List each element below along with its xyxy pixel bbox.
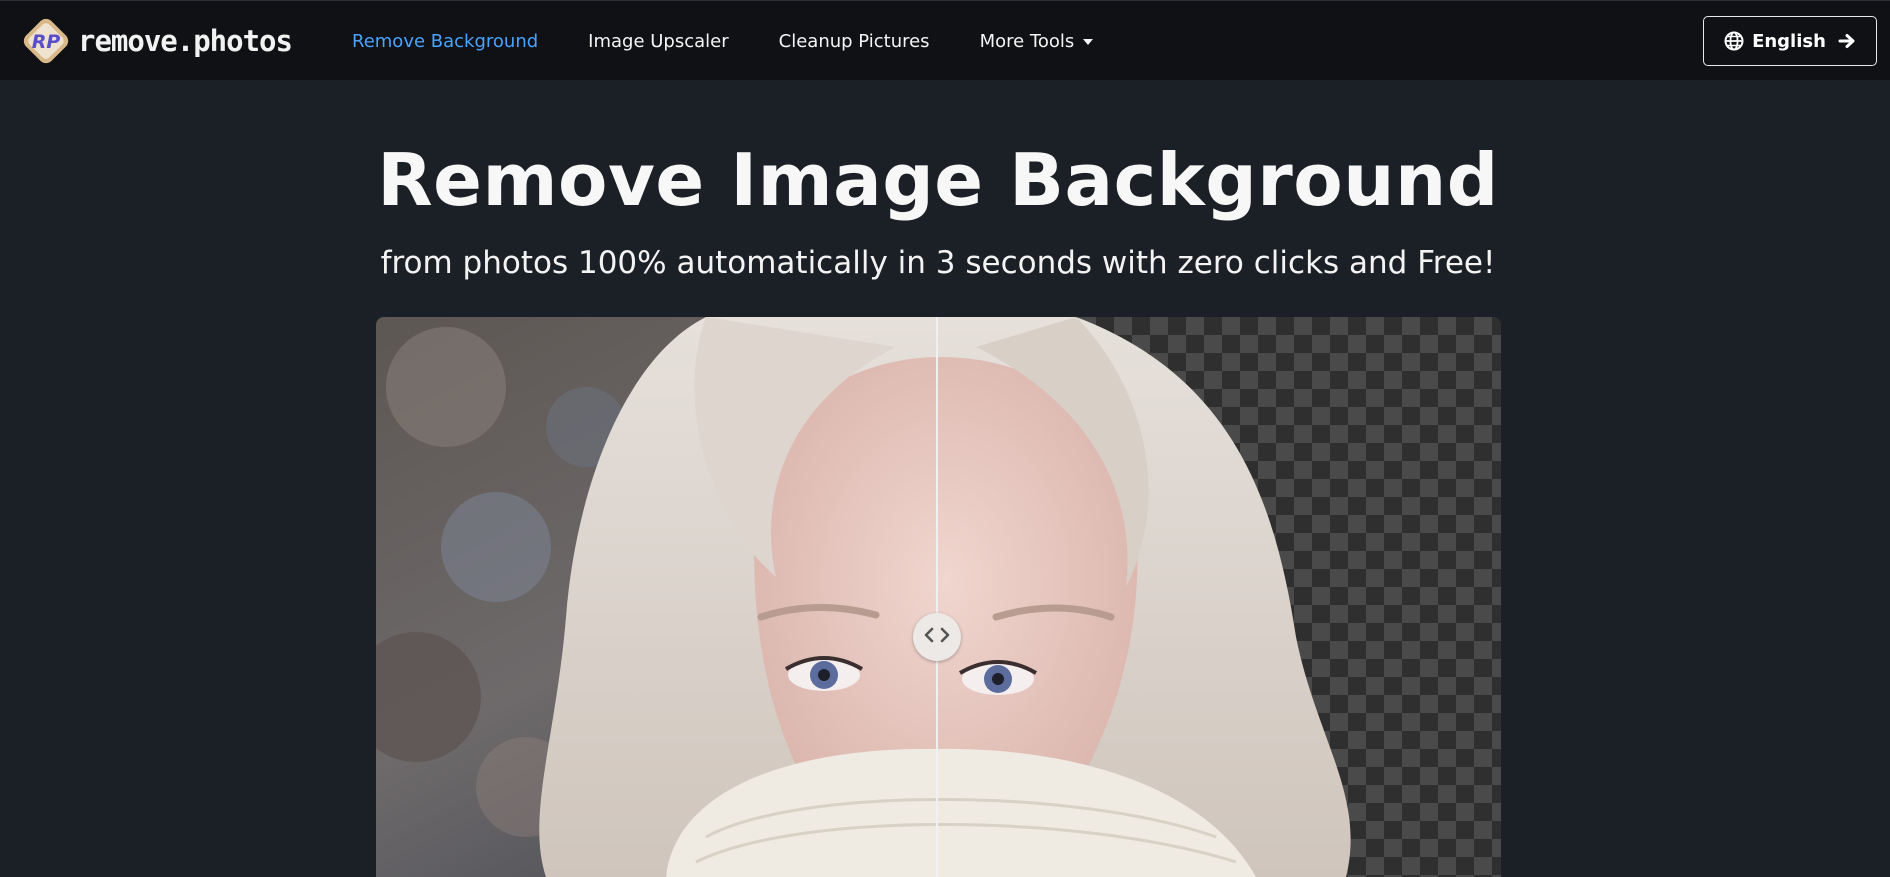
chevrons-left-right-icon — [922, 626, 952, 648]
comparison-divider[interactable] — [936, 317, 938, 877]
nav-remove-background[interactable]: Remove Background — [352, 31, 538, 52]
top-navbar: RP remove.photos Remove Background Image… — [0, 0, 1890, 80]
page-title: Remove Image Background — [377, 138, 1499, 222]
before-after-comparison[interactable] — [376, 317, 1501, 877]
nav-more-tools-label: More Tools — [979, 30, 1075, 52]
language-label: English — [1752, 30, 1826, 52]
main-nav: Remove Background Image Upscaler Cleanup… — [352, 1, 1143, 81]
language-button[interactable]: English — [1703, 16, 1877, 66]
arrow-right-icon — [1838, 32, 1856, 50]
svg-text:RP: RP — [32, 31, 61, 53]
brand-logo-link[interactable]: RP remove.photos — [20, 15, 293, 67]
comparison-slider-handle[interactable] — [913, 613, 961, 661]
caret-down-icon — [1083, 39, 1094, 45]
logo-icon: RP — [20, 15, 72, 67]
page-subtitle: from photos 100% automatically in 3 seco… — [380, 245, 1496, 281]
comparison-photo — [376, 317, 1501, 877]
nav-image-upscaler[interactable]: Image Upscaler — [588, 31, 728, 52]
nav-more-tools-dropdown[interactable]: More Tools — [980, 31, 1094, 52]
nav-cleanup-pictures[interactable]: Cleanup Pictures — [779, 31, 930, 52]
brand-name: remove.photos — [78, 24, 293, 58]
globe-icon — [1724, 31, 1744, 51]
